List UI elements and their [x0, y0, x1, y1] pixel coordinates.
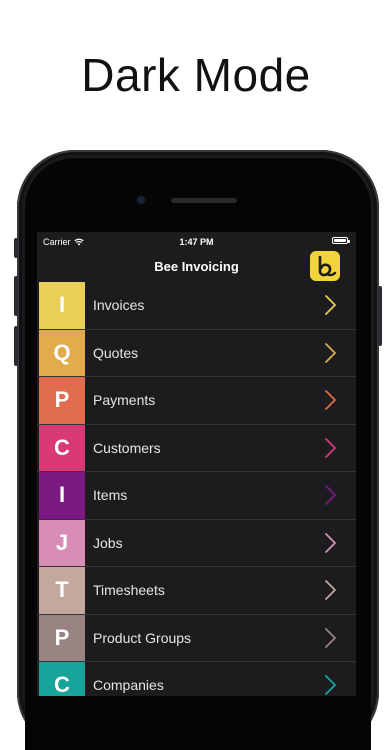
- chevron-right-icon: [325, 342, 336, 363]
- chevron-right-icon: [325, 532, 336, 553]
- menu-list: I Invoices Q Quotes P Payments C Customers I Item…: [37, 282, 356, 696]
- menu-row-customers[interactable]: C Customers: [37, 424, 356, 472]
- app-screen: Carrier 1:47 PM Bee Invoicing I Invoices Q…: [37, 232, 356, 696]
- status-time: 1:47 PM: [179, 237, 214, 247]
- menu-letter-tile: J: [39, 519, 87, 566]
- bee-logo-icon: [318, 255, 337, 277]
- menu-row-timesheets[interactable]: T Timesheets: [37, 567, 356, 615]
- menu-label: Quotes: [93, 344, 139, 361]
- nav-bar: Bee Invoicing: [37, 251, 356, 282]
- mute-switch: [14, 238, 18, 258]
- bee-logo-button[interactable]: [310, 251, 340, 281]
- menu-row-quotes[interactable]: Q Quotes: [37, 329, 356, 377]
- menu-label: Payments: [93, 392, 156, 409]
- menu-label: Items: [93, 487, 128, 504]
- menu-label: Companies: [93, 677, 164, 694]
- menu-label: Invoices: [93, 297, 145, 314]
- menu-letter-tile: T: [39, 567, 87, 614]
- menu-letter-tile: C: [39, 424, 87, 471]
- power-button: [378, 286, 382, 346]
- chevron-right-icon: [325, 627, 336, 648]
- menu-row-invoices[interactable]: I Invoices: [37, 282, 356, 330]
- chevron-right-icon: [325, 437, 336, 458]
- chevron-right-icon: [325, 295, 336, 316]
- menu-letter-tile: P: [39, 614, 87, 661]
- status-bar: Carrier 1:47 PM: [37, 232, 356, 251]
- chevron-right-icon: [325, 485, 336, 506]
- chevron-right-icon: [325, 580, 336, 601]
- menu-label: Timesheets: [93, 582, 165, 599]
- headline: Dark Mode: [81, 49, 311, 101]
- menu-row-payments[interactable]: P Payments: [37, 377, 356, 425]
- speaker-grille: [171, 198, 237, 203]
- menu-label: Jobs: [93, 534, 123, 551]
- menu-row-companies[interactable]: C Companies: [37, 662, 356, 696]
- camera-icon: [137, 196, 145, 204]
- menu-label: Customers: [93, 439, 161, 456]
- menu-label: Product Groups: [93, 629, 192, 646]
- menu-letter-tile: P: [39, 377, 87, 424]
- menu-row-jobs[interactable]: J Jobs: [37, 519, 356, 567]
- menu-letter-tile: I: [39, 282, 87, 329]
- nav-title: Bee Invoicing: [154, 259, 239, 274]
- menu-letter-tile: Q: [39, 329, 87, 376]
- menu-letter-tile: I: [39, 472, 87, 519]
- volume-up-button: [14, 276, 18, 316]
- chevron-right-icon: [325, 675, 336, 696]
- menu-row-product-groups[interactable]: P Product Groups: [37, 614, 356, 662]
- battery-icon: [332, 237, 350, 244]
- chevron-right-icon: [325, 390, 336, 411]
- menu-row-items[interactable]: I Items: [37, 472, 356, 520]
- menu-letter-tile: C: [39, 662, 87, 696]
- volume-down-button: [14, 326, 18, 366]
